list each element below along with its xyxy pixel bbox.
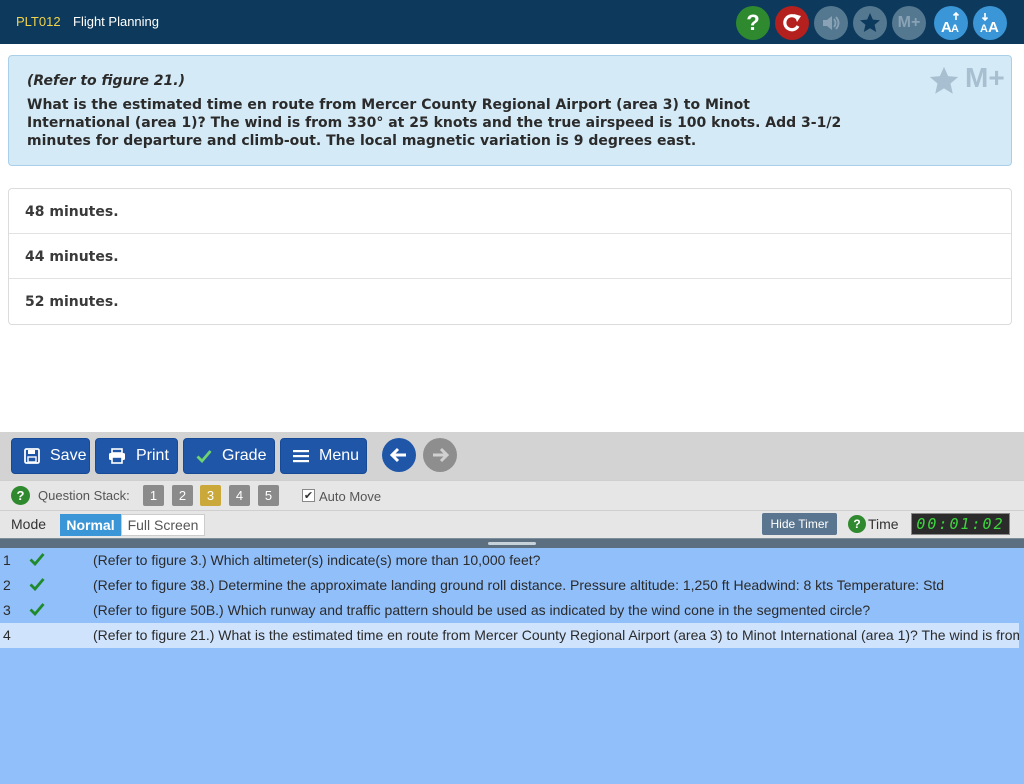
question-summary: (Refer to figure 38.) Determine the appr… — [93, 577, 945, 593]
question-summary: (Refer to figure 50B.) Which runway and … — [93, 602, 871, 618]
answer-list: 48 minutes. 44 minutes. 52 minutes. — [8, 188, 1012, 325]
question-number: 2 — [3, 577, 11, 593]
font-size-increase-icon: A A — [941, 11, 960, 35]
memo-plus-icon: M+ — [897, 14, 921, 31]
audio-icon — [823, 16, 840, 30]
question-panel: (Refer to figure 21.) What is the estima… — [8, 55, 1012, 166]
question-summary: (Refer to figure 21.) What is the estima… — [93, 627, 1019, 643]
bookmark-button[interactable] — [853, 6, 887, 40]
grade-button[interactable]: Grade — [183, 438, 275, 474]
bookmark-star-icon — [860, 13, 880, 32]
mode-label: Mode — [11, 516, 47, 532]
question-summary: (Refer to figure 3.) Which altimeter(s) … — [93, 552, 541, 568]
auto-move-checkbox[interactable]: ✔ — [302, 489, 315, 502]
arrow-right-icon — [433, 447, 450, 463]
hamburger-icon — [293, 449, 309, 463]
menu-label: Menu — [319, 447, 360, 464]
check-icon — [29, 553, 45, 566]
stack-item-2[interactable]: 2 — [172, 485, 193, 506]
stack-item-1[interactable]: 1 — [143, 485, 164, 506]
stack-help-icon[interactable]: ? — [11, 486, 30, 505]
question-list-row-selected[interactable]: 4 (Refer to figure 21.) What is the esti… — [0, 623, 1019, 648]
answer-option-a[interactable]: 48 minutes. — [9, 189, 1011, 234]
question-number: 3 — [3, 602, 11, 618]
save-button[interactable]: Save — [11, 438, 90, 474]
previous-question-button[interactable] — [382, 438, 416, 472]
check-icon — [29, 603, 45, 616]
svg-text:A: A — [980, 23, 988, 35]
course-code: PLT012 — [16, 14, 61, 29]
print-button[interactable]: Print — [95, 438, 178, 474]
question-list-row[interactable]: 3 (Refer to figure 50B.) Which runway an… — [0, 598, 1024, 623]
font-decrease-button[interactable]: A A — [973, 6, 1007, 40]
stack-item-5[interactable]: 5 — [258, 485, 279, 506]
check-icon — [29, 578, 45, 591]
svg-text:A: A — [988, 19, 999, 35]
question-number: 4 — [3, 627, 11, 643]
save-label: Save — [50, 447, 87, 464]
help-icon: ? — [746, 10, 760, 35]
memo-button[interactable]: M+ — [892, 6, 926, 40]
subject-title: Flight Planning — [73, 14, 159, 29]
grade-label: Grade — [222, 447, 267, 464]
font-size-decrease-icon: A A — [980, 13, 999, 35]
timer-display: 00:01:02 — [911, 513, 1010, 535]
print-label: Print — [136, 447, 169, 464]
restart-icon — [783, 14, 801, 32]
splitter-handle[interactable] — [488, 542, 536, 545]
action-toolbar: Save Print Grade Menu — [0, 432, 1024, 480]
stack-item-4[interactable]: 4 — [229, 485, 250, 506]
stack-item-3[interactable]: 3 — [200, 485, 221, 506]
next-question-button[interactable] — [423, 438, 457, 472]
question-list: 1 (Refer to figure 3.) Which altimeter(s… — [0, 548, 1024, 784]
app-header: PLT012 Flight Planning ? M+ A A A A — [0, 0, 1024, 44]
svg-text:A: A — [951, 23, 959, 35]
question-text: What is the estimated time en route from… — [27, 97, 842, 149]
panel-splitter[interactable] — [0, 538, 1024, 548]
answer-option-b[interactable]: 44 minutes. — [9, 234, 1011, 279]
print-icon — [108, 448, 126, 464]
question-figure-ref: (Refer to figure 21.) — [27, 73, 186, 89]
save-icon — [24, 448, 40, 464]
font-increase-button[interactable]: A A — [934, 6, 968, 40]
question-list-row[interactable]: 2 (Refer to figure 38.) Determine the ap… — [0, 573, 1024, 598]
question-memo-icon[interactable]: M+ — [965, 62, 1005, 94]
question-number: 1 — [3, 552, 11, 568]
arrow-left-icon — [389, 447, 406, 463]
restart-button[interactable] — [775, 6, 809, 40]
question-star-icon[interactable] — [927, 64, 961, 98]
question-list-row[interactable]: 1 (Refer to figure 3.) Which altimeter(s… — [0, 548, 1024, 573]
question-stack-bar: ? Question Stack: 1 2 3 4 5 ✔ Auto Move — [0, 480, 1024, 510]
time-help-icon[interactable]: ? — [848, 515, 866, 533]
auto-move-label: Auto Move — [319, 489, 382, 504]
check-icon — [196, 449, 212, 463]
time-label: Time — [868, 516, 899, 532]
question-stack-label: Question Stack: — [38, 488, 130, 503]
help-button[interactable]: ? — [736, 6, 770, 40]
menu-button[interactable]: Menu — [280, 438, 367, 474]
mode-fullscreen-button[interactable]: Full Screen — [121, 514, 205, 536]
hide-timer-button[interactable]: Hide Timer — [762, 513, 837, 535]
answer-option-c[interactable]: 52 minutes. — [9, 279, 1011, 324]
mode-normal-button[interactable]: Normal — [60, 514, 121, 536]
mode-bar: Mode Normal Full Screen Hide Timer ? Tim… — [0, 510, 1024, 538]
audio-button[interactable] — [814, 6, 848, 40]
